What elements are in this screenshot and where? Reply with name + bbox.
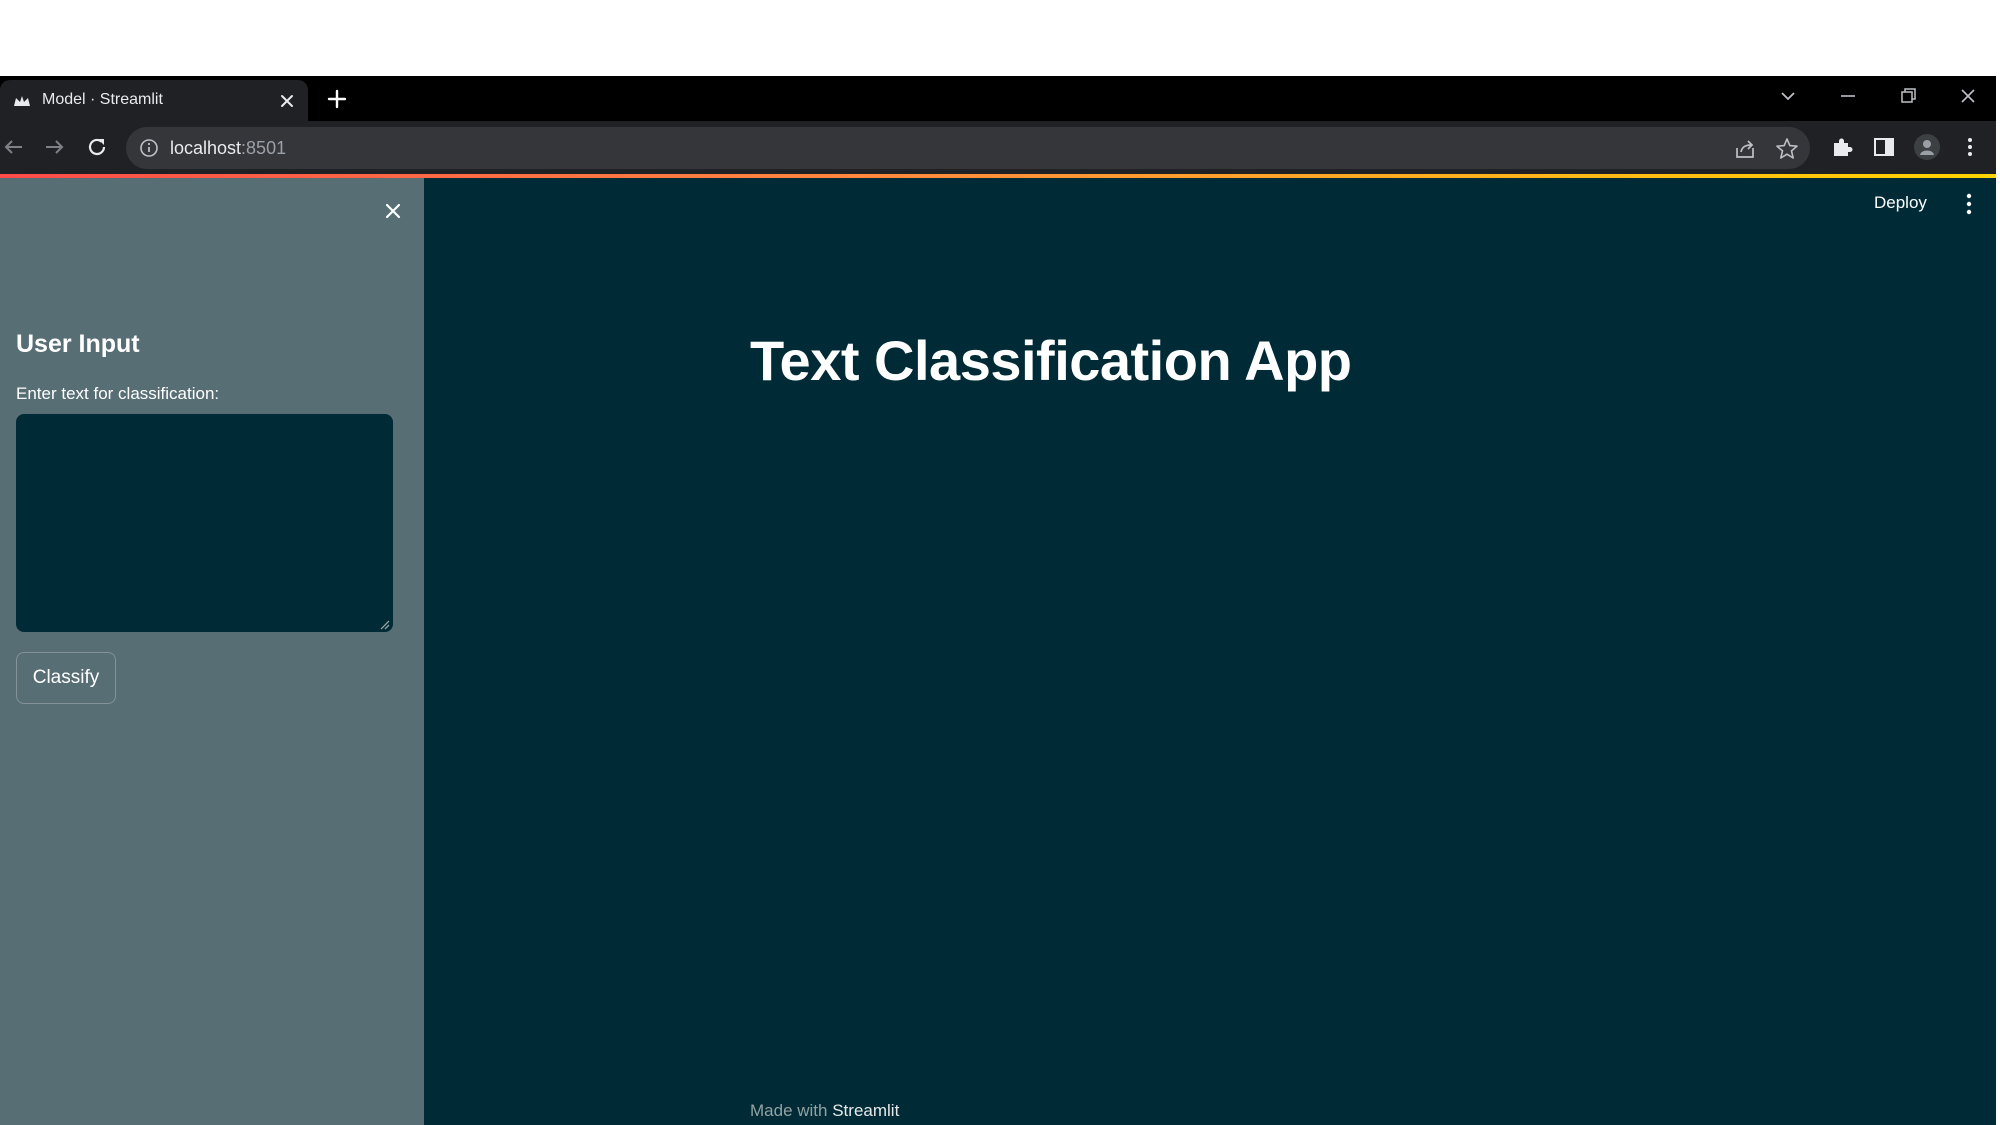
side-panel-icon[interactable] bbox=[1870, 133, 1898, 161]
tab-search-icon[interactable] bbox=[1774, 84, 1802, 108]
tab-strip: Model · Streamlit bbox=[0, 76, 1996, 121]
back-arrow-icon[interactable] bbox=[0, 133, 28, 161]
close-window-icon[interactable] bbox=[1954, 84, 1982, 108]
info-icon[interactable] bbox=[138, 137, 160, 159]
minimize-icon[interactable] bbox=[1834, 84, 1862, 108]
resize-handle-icon[interactable] bbox=[378, 618, 390, 630]
page-title: Text Classification App bbox=[750, 329, 1352, 392]
restore-icon[interactable] bbox=[1894, 84, 1922, 108]
browser-tab[interactable]: Model · Streamlit bbox=[0, 80, 308, 121]
deploy-button[interactable]: Deploy bbox=[1874, 192, 1927, 214]
streamlit-crown-icon bbox=[14, 96, 30, 106]
sidebar: User Input Enter text for classification… bbox=[0, 178, 424, 1125]
footer: Made with Streamlit bbox=[750, 1100, 899, 1122]
kebab-menu-icon[interactable] bbox=[1956, 133, 1984, 161]
url-host: localhost bbox=[170, 138, 242, 158]
tab-title: Model · Streamlit bbox=[42, 91, 163, 108]
star-icon[interactable] bbox=[1774, 136, 1800, 162]
text-input-label: Enter text for classification: bbox=[16, 384, 220, 403]
new-tab-icon[interactable] bbox=[324, 86, 350, 112]
classification-text-input[interactable] bbox=[16, 414, 393, 632]
footer-prefix: Made with bbox=[750, 1101, 828, 1120]
close-tab-icon[interactable] bbox=[276, 90, 298, 112]
sidebar-title: User Input bbox=[16, 330, 140, 358]
forward-arrow-icon[interactable] bbox=[40, 133, 68, 161]
streamlit-link[interactable]: Streamlit bbox=[832, 1101, 899, 1120]
browser-toolbar: localhost:8501 bbox=[0, 121, 1996, 174]
main-content: Deploy Text Classification App Made with… bbox=[424, 178, 1996, 1125]
browser-window: Model · Streamlit localhost:8501 User In… bbox=[0, 76, 1996, 1125]
puzzle-icon[interactable] bbox=[1828, 133, 1856, 161]
streamlit-app: User Input Enter text for classification… bbox=[0, 178, 1996, 1125]
address-bar[interactable]: localhost:8501 bbox=[126, 127, 1810, 169]
reload-icon[interactable] bbox=[83, 133, 111, 161]
classify-button[interactable]: Classify bbox=[16, 652, 116, 704]
url-port: :8501 bbox=[241, 138, 287, 158]
close-icon[interactable] bbox=[380, 198, 406, 224]
avatar[interactable] bbox=[1913, 133, 1941, 161]
share-icon[interactable] bbox=[1732, 136, 1758, 162]
url-text: localhost:8501 bbox=[170, 137, 286, 159]
kebab-menu-icon[interactable] bbox=[1956, 190, 1982, 218]
